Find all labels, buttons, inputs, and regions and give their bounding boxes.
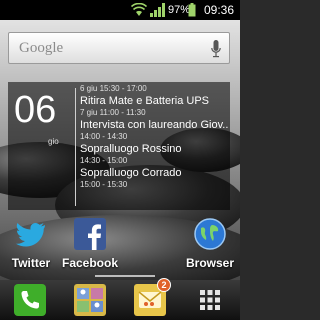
google-search-bar[interactable]: Google — [8, 32, 230, 64]
date-day: 06 — [14, 89, 57, 131]
calendar-widget[interactable]: 06 gio 6 giu 15:30 - 17:00 Ritira Mate e… — [8, 82, 230, 210]
clock: 09:36 — [204, 3, 235, 17]
signal-icon — [150, 3, 165, 17]
google-logo: Google — [19, 40, 64, 56]
event-item[interactable]: 6 giu 15:30 - 17:00 Ritira Mate e Batter… — [80, 84, 228, 108]
dock — [0, 280, 240, 320]
event-title: Intervista con laureando Giov... — [80, 119, 228, 131]
event-time: 7 giu 11:00 - 11:30 — [80, 108, 146, 117]
home-shortcuts: Twitter Facebook Browser — [0, 216, 240, 274]
event-title: Sopralluogo Rossino — [80, 143, 182, 155]
battery-percent: 97% — [168, 4, 191, 16]
app-facebook[interactable]: Facebook — [55, 216, 125, 270]
app-drawer-icon[interactable] — [194, 284, 226, 316]
battery-icon — [188, 3, 196, 17]
event-time: 14:30 - 15:00 — [80, 156, 128, 165]
event-time: 14:00 - 14:30 — [80, 132, 128, 141]
page-indicator — [95, 275, 155, 277]
event-title: Sopralluogo Corrado — [80, 167, 182, 179]
event-item[interactable]: 7 giu 11:00 - 11:30 Intervista con laure… — [80, 108, 228, 132]
wifi-icon — [131, 3, 147, 16]
status-bar: 97% 09:36 — [0, 0, 240, 20]
app-label: Browser — [185, 256, 235, 270]
event-list: 6 giu 15:30 - 17:00 Ritira Mate e Batter… — [80, 84, 228, 190]
phone-icon[interactable] — [14, 284, 46, 316]
facebook-icon — [74, 218, 106, 250]
event-time: 15:00 - 15:30 — [80, 180, 128, 189]
notification-badge: 2 — [157, 278, 171, 292]
twitter-icon — [16, 222, 45, 247]
contacts-icon[interactable] — [74, 284, 106, 316]
widget-divider — [75, 88, 76, 206]
event-item[interactable]: 14:00 - 14:30 Sopralluogo Rossino — [80, 132, 228, 156]
event-item[interactable]: 15:00 - 15:30 — [80, 180, 228, 190]
microphone-icon[interactable] — [211, 40, 221, 58]
event-title: Ritira Mate e Batteria UPS — [80, 95, 209, 107]
app-browser[interactable]: Browser — [175, 216, 245, 270]
globe-icon — [194, 218, 226, 250]
event-time: 6 giu 15:30 - 17:00 — [80, 84, 147, 93]
app-label: Facebook — [61, 256, 118, 270]
event-item[interactable]: 14:30 - 15:00 Sopralluogo Corrado — [80, 156, 228, 180]
date-weekday: gio — [48, 137, 59, 146]
